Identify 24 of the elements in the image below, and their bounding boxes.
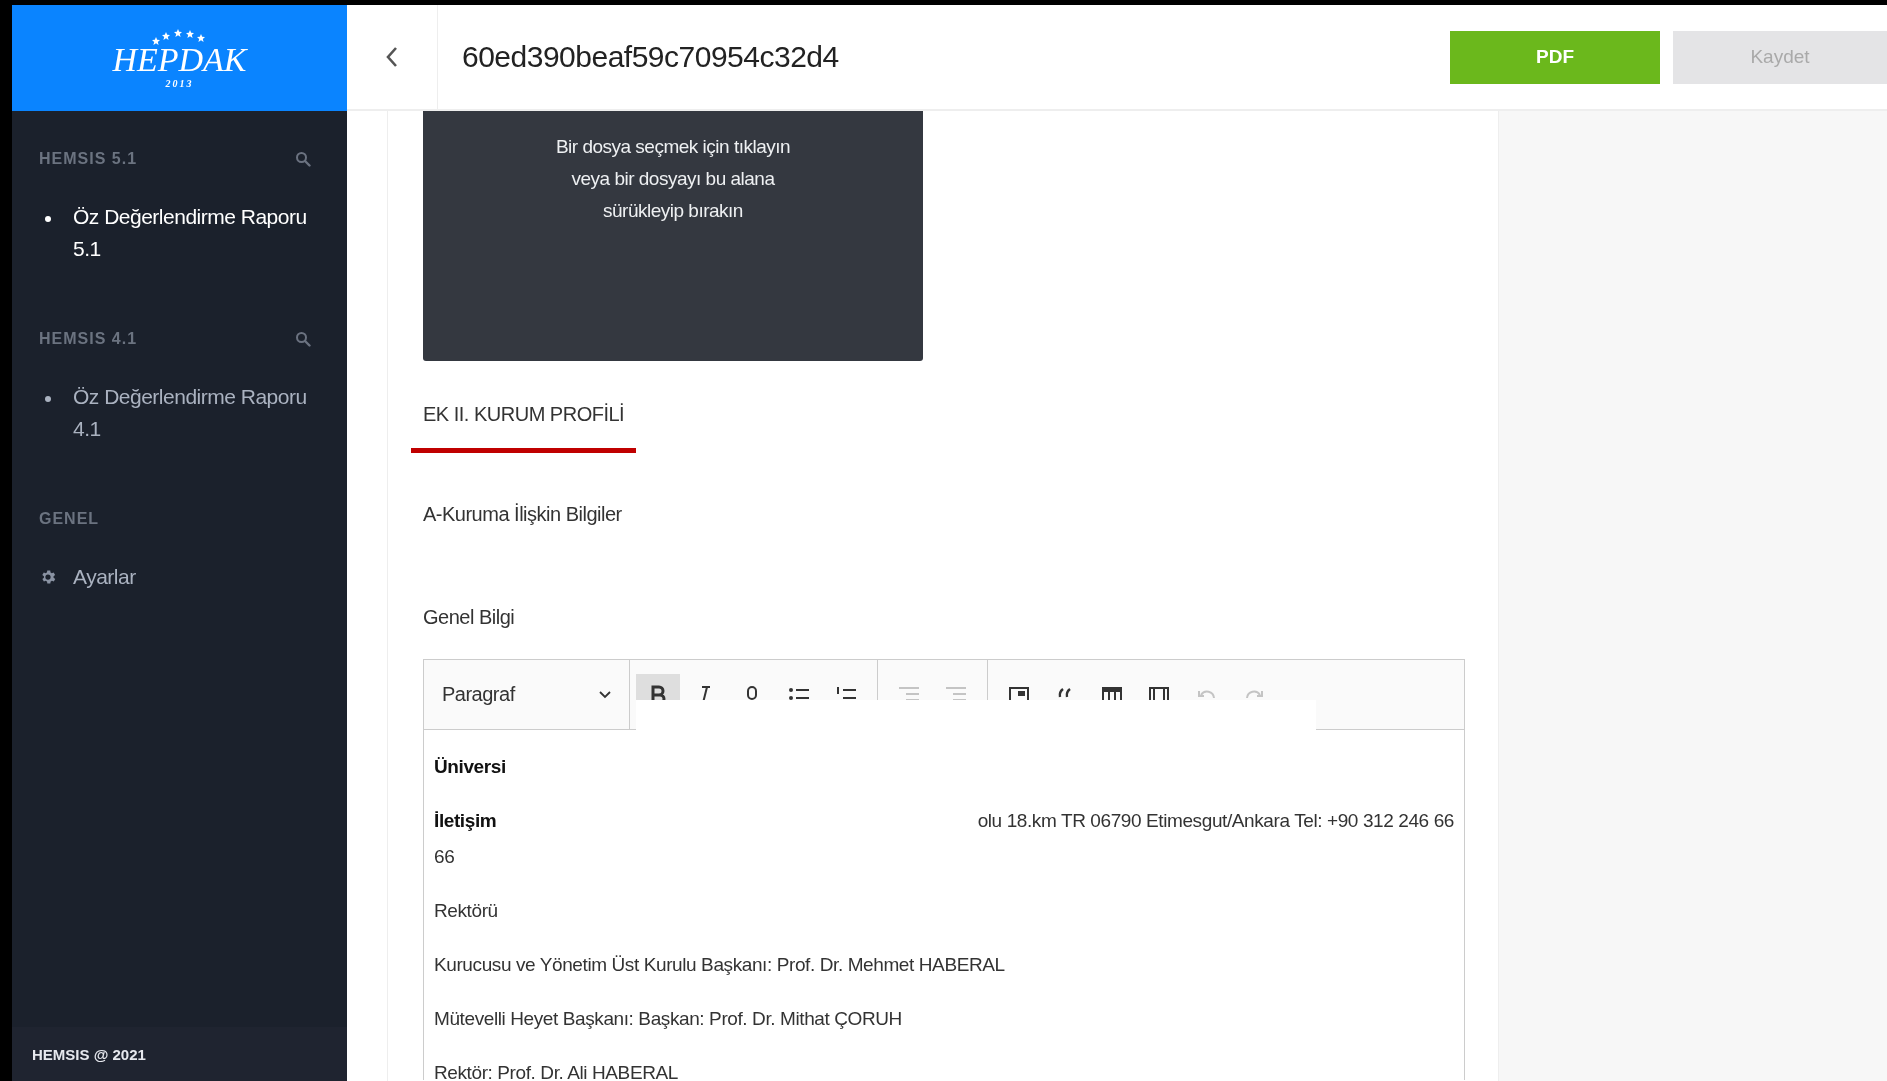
paragraph: Rektör: Prof. Dr. Ali HABERAL [434, 1061, 679, 1081]
paragraph: Rektörü [434, 899, 499, 923]
file-dropzone[interactable]: Bir dosya seçmek için tıklayın veya bir dosyayı bu alana sürükleyip bırakın [423, 111, 923, 361]
nav-item[interactable]: Öz Değerlendirme Raporu 5.1 [12, 179, 347, 287]
section-tab[interactable]: EK II. KURUM PROFİLİ [411, 403, 637, 453]
section-title: GENEL [39, 510, 100, 528]
paragraph-text: İletişim [434, 809, 497, 833]
subsection-title: A-Kuruma İlişkin Bilgiler [423, 503, 623, 526]
paragraph: Kurucusu ve Yönetim Üst Kurulu Başkanı: Prof. Dr. Mehmet HABERAL [434, 953, 1006, 977]
logo-year: 2013 [165, 79, 194, 89]
paragraph: 66 [434, 845, 456, 869]
footer-text: HEMSIS @ 2021 [32, 1045, 146, 1063]
section-title: HEMSIS 5.1 [39, 150, 138, 168]
nav-item[interactable]: Öz Değerlendirme Raporu 4.1 [12, 359, 347, 467]
document-title: 60ed390beaf59c70954c32d4 [462, 40, 840, 74]
paragraph: Mütevelli Heyet Başkanı: Başkan: Prof. Dr. Mithat ÇORUH [434, 1007, 903, 1031]
paragraph: Üniversi [434, 755, 507, 779]
dropzone-text: Bir dosya seçmek için tıklayın veya bir dosyayı bu alana sürükleyip bırakın [555, 135, 791, 223]
field-label: Genel Bilgi [423, 606, 516, 629]
section-title: HEMSIS 4.1 [39, 330, 138, 348]
nav-item[interactable]: Ayarlar [12, 539, 347, 615]
paragraph-text: olu 18.km TR 06790 Etimesgut/Ankara Tel: +90 312 246 66 [977, 809, 1454, 833]
format-dropdown[interactable]: Paragraf [424, 660, 630, 729]
logo-text: HEPDAK [112, 41, 247, 79]
